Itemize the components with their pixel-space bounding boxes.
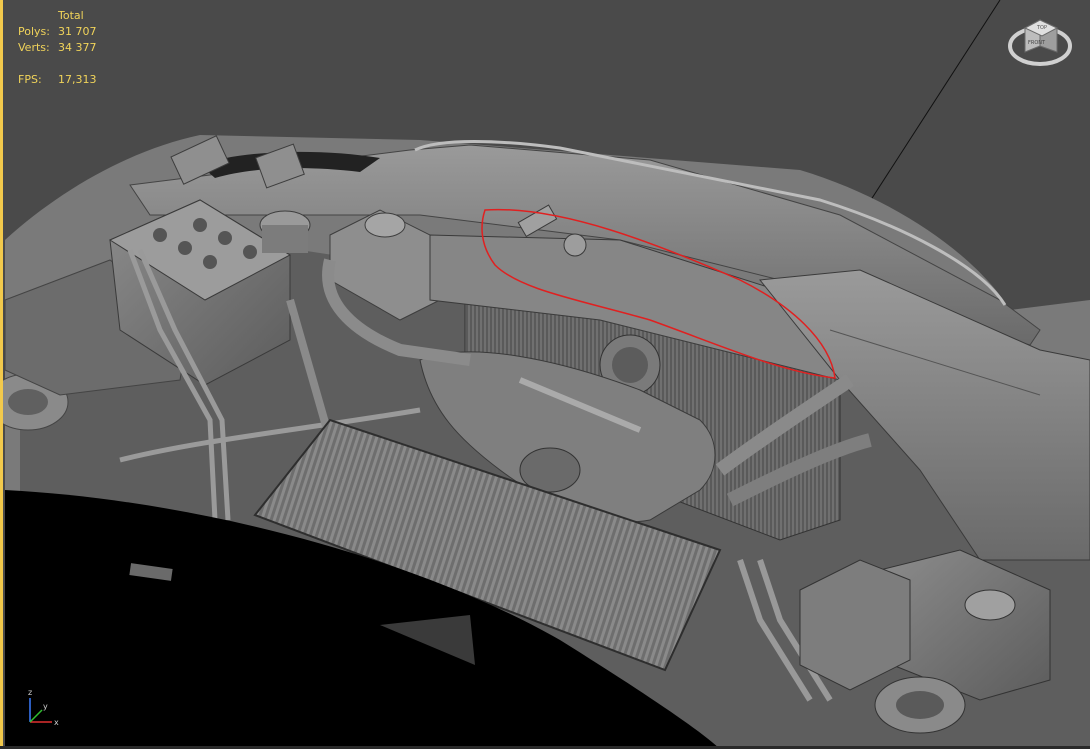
active-viewport-border <box>0 0 3 749</box>
verts-value: 34 377 <box>58 41 97 54</box>
stats-header: Total <box>58 9 84 22</box>
engine-bay-render[interactable] <box>0 0 1090 749</box>
verts-label: Verts: <box>18 41 50 54</box>
fps-value: 17,313 <box>58 73 97 86</box>
fps-label: FPS: <box>18 73 42 86</box>
polys-label: Polys: <box>18 25 50 38</box>
y-axis-line <box>29 709 43 723</box>
viewport-perspective[interactable]: Total Polys: 31 707 Verts: 34 377 FPS: 17,3… <box>0 0 1090 749</box>
polys-value: 31 707 <box>58 25 97 38</box>
y-axis-label: y <box>43 702 48 711</box>
viewport-statistics: Total Polys: 31 707 Verts: 34 377 FPS: 17,3… <box>18 8 97 88</box>
viewcube-top-label[interactable]: TOP <box>1036 25 1047 31</box>
axis-tripod: z x y <box>28 688 59 727</box>
viewcube-front-label[interactable]: FRONT <box>1028 40 1046 46</box>
viewcube[interactable]: TOP FRONT <box>1005 6 1075 72</box>
z-axis-label: z <box>28 688 32 697</box>
x-axis-label: x <box>54 718 59 727</box>
